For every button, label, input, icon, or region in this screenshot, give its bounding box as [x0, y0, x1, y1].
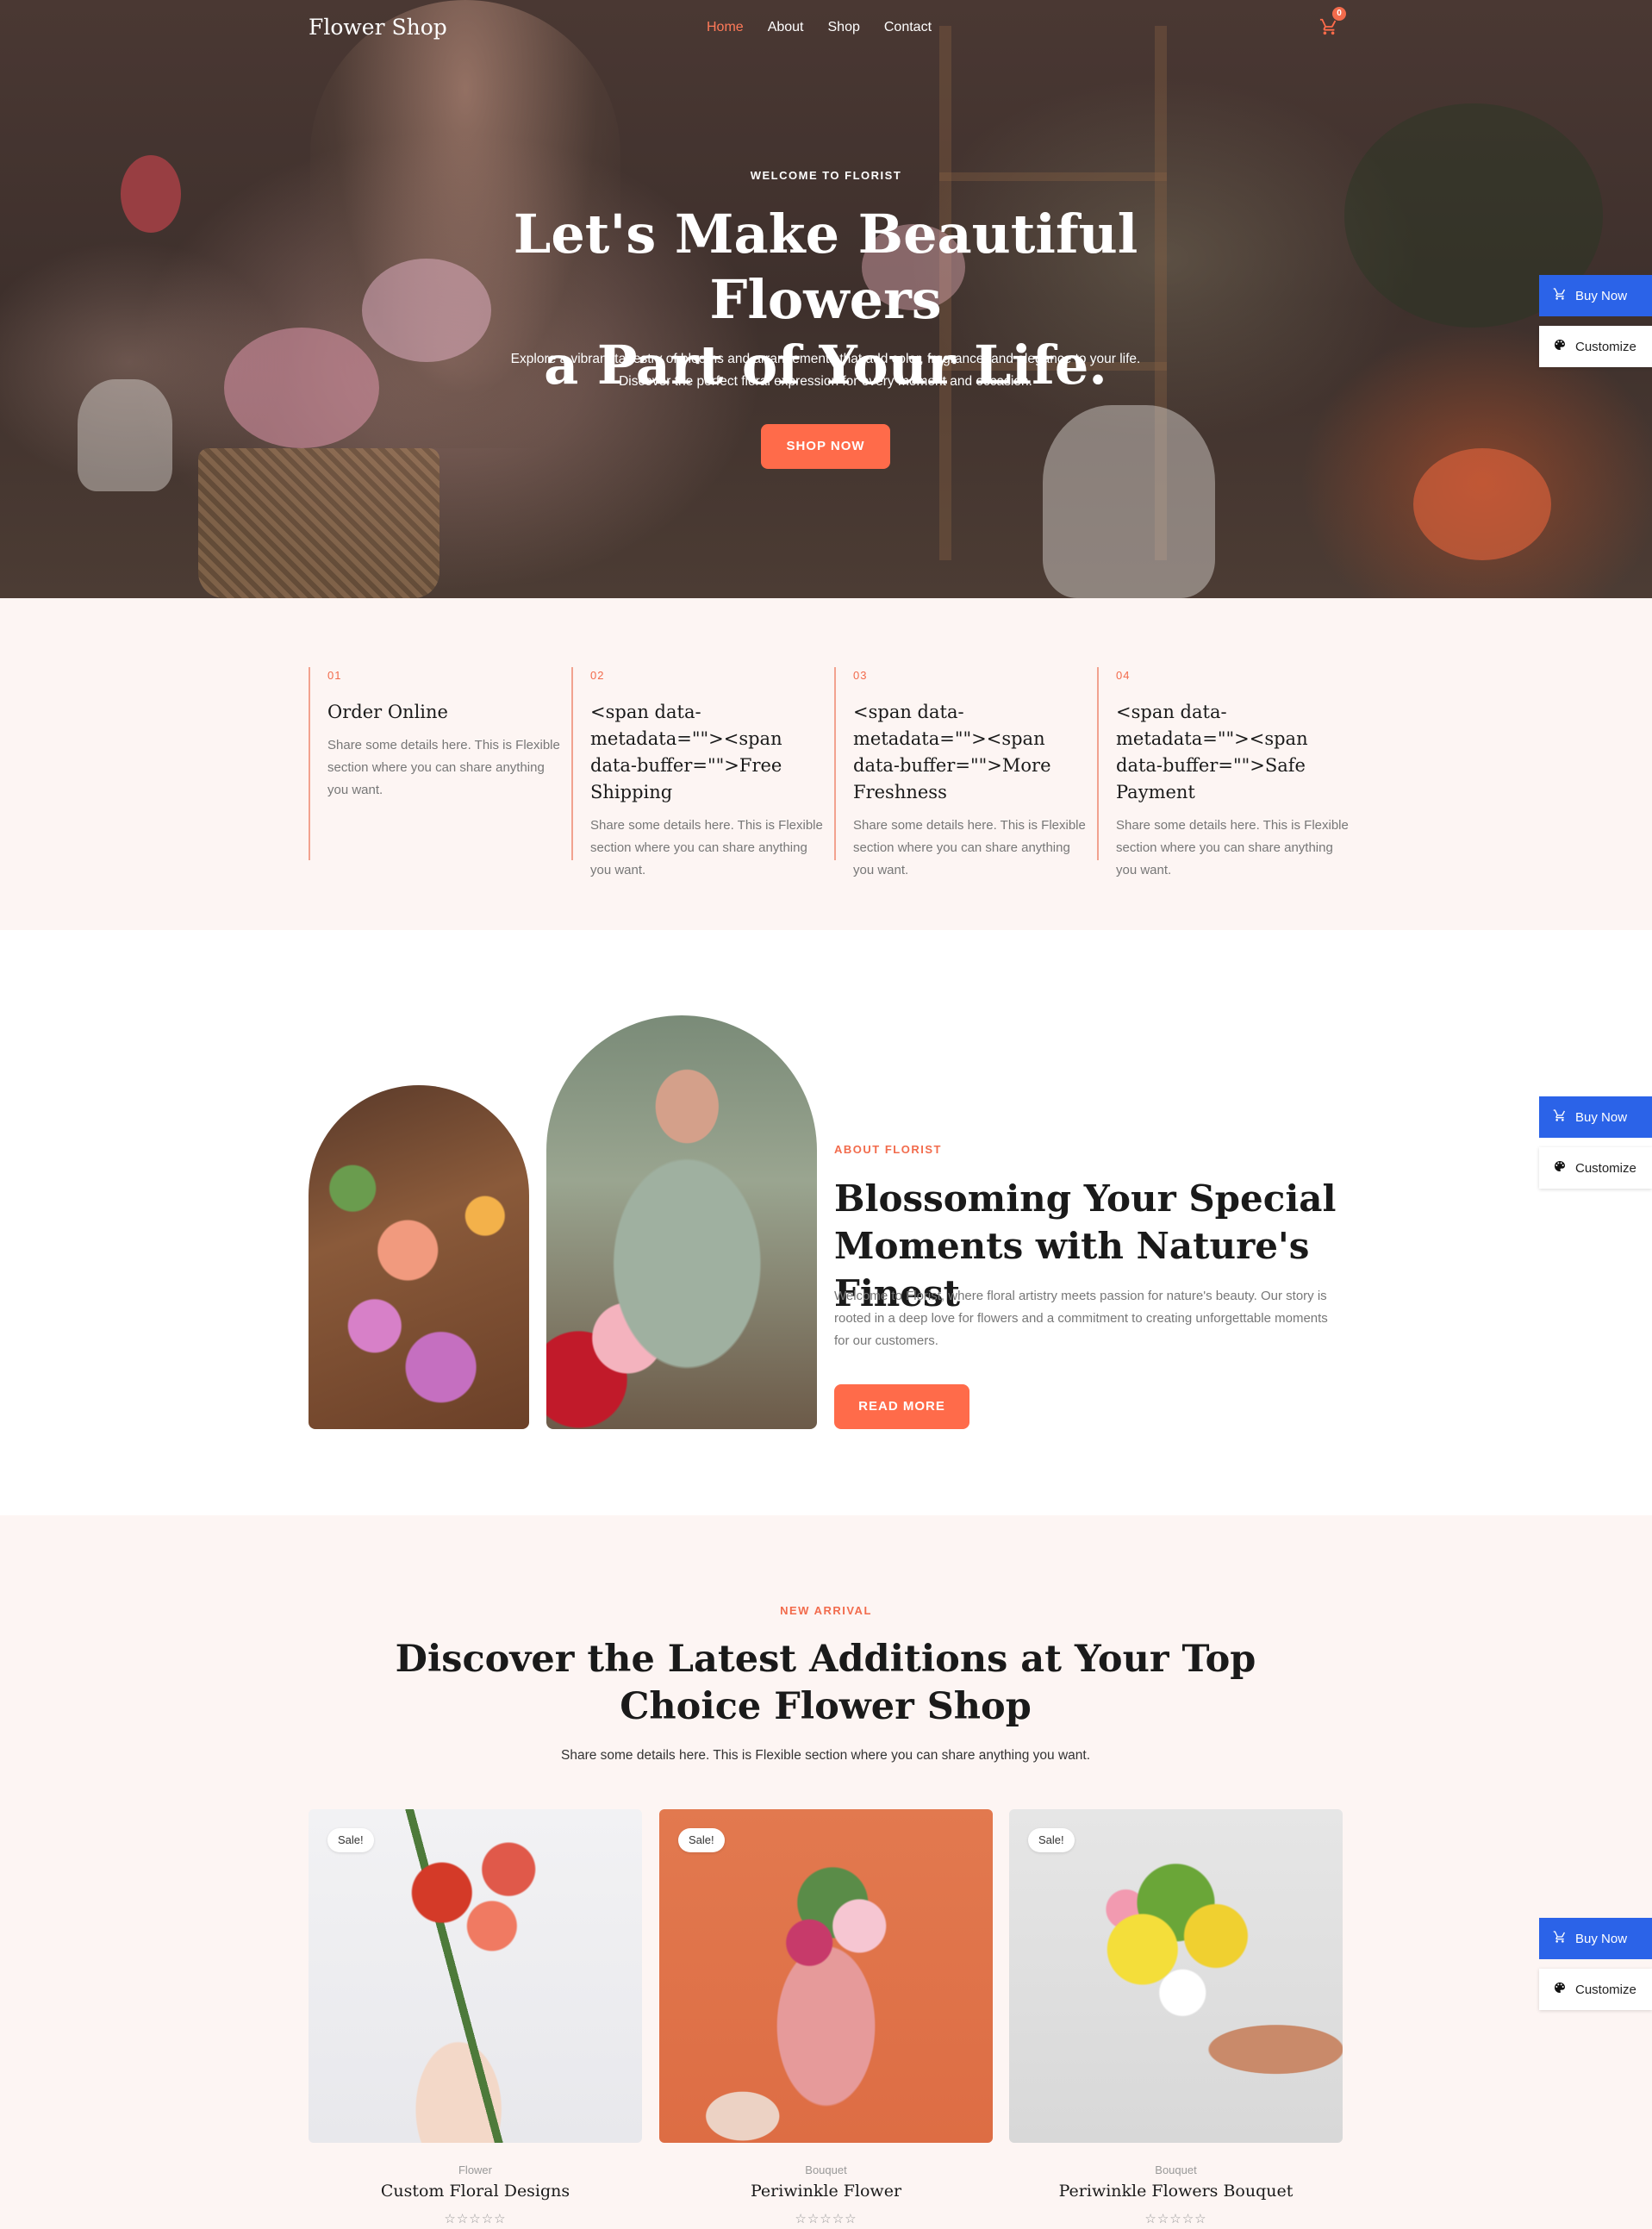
vase-image [78, 379, 172, 491]
feature-item: 03 <span data-metadata=""><span data-buf… [834, 667, 1097, 877]
read-more-button[interactable]: READ MORE [834, 1384, 969, 1429]
feature-description: Share some details here. This is Flexibl… [1116, 818, 1349, 877]
arrivals-subtitle: Share some details here. This is Flexibl… [560, 1748, 1090, 1763]
palette-icon [1553, 338, 1567, 355]
arrivals-title: Discover the Latest Additions at Your To… [395, 1636, 1256, 1731]
about-title-line1: Blossoming Your Special [834, 1177, 1337, 1220]
customize-button[interactable]: Customize [1539, 326, 1652, 367]
cart-icon[interactable] [1319, 17, 1338, 36]
product-category[interactable]: Flower [309, 2163, 642, 2176]
rating-stars-icon: ☆☆☆☆☆ [795, 2212, 857, 2226]
buy-now-label: Buy Now [1575, 1931, 1628, 1946]
palette-icon [1553, 1981, 1567, 1998]
feature-title: <span data-metadata=""><span data-buffer… [1116, 702, 1308, 802]
rating-stars-icon: ☆☆☆☆☆ [1144, 2212, 1207, 2226]
flower-decoration [121, 155, 181, 233]
sale-badge: Sale! [678, 1828, 725, 1852]
cart-icon [1553, 287, 1567, 304]
product-card[interactable]: Sale! Bouquet Periwinkle Flower ☆☆☆☆☆ [659, 1809, 993, 2229]
buy-now-label: Buy Now [1575, 288, 1628, 303]
cart-icon [1553, 1108, 1567, 1126]
feature-number: 01 [327, 669, 342, 682]
hero-eyebrow: WELCOME TO FLORIST [750, 169, 902, 182]
product-category[interactable]: Bouquet [1009, 2163, 1343, 2176]
feature-item: 02 <span data-metadata=""><span data-buf… [571, 667, 834, 877]
customize-label: Customize [1575, 339, 1636, 354]
sale-badge: Sale! [1028, 1828, 1075, 1852]
feature-description: Share some details here. This is Flexibl… [327, 738, 560, 797]
rating-stars-icon: ☆☆☆☆☆ [444, 2212, 507, 2226]
product-name[interactable]: Custom Floral Designs [309, 2182, 642, 2201]
flower-decoration [1413, 448, 1551, 560]
feature-title: Order Online [327, 702, 448, 722]
about-description: Welcome to Florist, where floral artistr… [834, 1289, 1328, 1348]
hero-subtitle-line1: Explore a vibrant tapestry of blooms and… [510, 352, 1141, 366]
hero-title-line1: Let's Make Beautiful Flowers [513, 203, 1138, 331]
about-image-flowers [309, 1085, 529, 1429]
product-name[interactable]: Periwinkle Flowers Bouquet [1009, 2182, 1343, 2201]
nav-contact[interactable]: Contact [884, 20, 932, 35]
buy-now-button[interactable]: Buy Now [1539, 1096, 1652, 1138]
product-category[interactable]: Bouquet [659, 2163, 993, 2176]
flower-decoration [224, 328, 379, 448]
product-image[interactable]: Sale! [659, 1809, 993, 2143]
customize-label: Customize [1575, 1982, 1636, 1997]
product-card[interactable]: Sale! Flower Custom Floral Designs ☆☆☆☆☆ [309, 1809, 642, 2229]
feature-number: 02 [590, 669, 605, 682]
feature-description: Share some details here. This is Flexibl… [853, 818, 1086, 877]
features-section: 01 Order Online Share some details here.… [0, 598, 1652, 930]
hero-section: Flower Shop Home About Shop Contact 0 WE… [0, 0, 1652, 598]
hero-subtitle: Explore a vibrant tapestry of blooms and… [395, 348, 1256, 393]
hero-subtitle-line2: Discover the perfect floral expression f… [619, 374, 1032, 389]
about-image-florist [546, 1015, 817, 1429]
customize-label: Customize [1575, 1160, 1636, 1176]
site-logo[interactable]: Flower Shop [309, 15, 447, 40]
nav-home[interactable]: Home [707, 20, 744, 35]
feature-title: <span data-metadata=""><span data-buffer… [590, 702, 782, 802]
arrivals-title-line2: Choice Flower Shop [620, 1685, 1032, 1728]
shop-now-button[interactable]: SHOP NOW [761, 424, 890, 469]
cart-count-badge: 0 [1332, 7, 1346, 21]
buy-now-button[interactable]: Buy Now [1539, 275, 1652, 316]
cart-icon [1553, 1930, 1567, 1947]
feature-number: 04 [1116, 669, 1131, 682]
nav-links: Home About Shop Contact [707, 20, 956, 35]
feature-item: 04 <span data-metadata=""><span data-buf… [1097, 667, 1360, 877]
product-name[interactable]: Periwinkle Flower [659, 2182, 993, 2201]
feature-item: 01 Order Online Share some details here.… [309, 667, 571, 860]
product-card[interactable]: Sale! Bouquet Periwinkle Flowers Bouquet… [1009, 1809, 1343, 2229]
buy-now-button[interactable]: Buy Now [1539, 1918, 1652, 1959]
nav-shop[interactable]: Shop [828, 20, 860, 35]
feature-description: Share some details here. This is Flexibl… [590, 818, 823, 877]
top-nav: Flower Shop Home About Shop Contact 0 [0, 0, 1652, 57]
about-eyebrow: ABOUT FLORIST [834, 1143, 942, 1156]
product-image[interactable]: Sale! [309, 1809, 642, 2143]
sale-badge: Sale! [327, 1828, 374, 1852]
arrivals-eyebrow: NEW ARRIVAL [780, 1604, 872, 1617]
arrivals-title-line1: Discover the Latest Additions at Your To… [395, 1638, 1256, 1681]
nav-about[interactable]: About [768, 20, 804, 35]
new-arrival-section: NEW ARRIVAL Discover the Latest Addition… [0, 1515, 1652, 2229]
buy-now-label: Buy Now [1575, 1109, 1628, 1125]
customize-button[interactable]: Customize [1539, 1969, 1652, 2010]
about-section: ABOUT FLORIST Blossoming Your Special Mo… [0, 930, 1652, 1515]
basket-image [198, 448, 439, 598]
palette-icon [1553, 1159, 1567, 1177]
feature-number: 03 [853, 669, 868, 682]
feature-title: <span data-metadata=""><span data-buffer… [853, 702, 1051, 802]
product-image[interactable]: Sale! [1009, 1809, 1343, 2143]
customize-button[interactable]: Customize [1539, 1147, 1652, 1189]
vase-image [1043, 405, 1215, 598]
